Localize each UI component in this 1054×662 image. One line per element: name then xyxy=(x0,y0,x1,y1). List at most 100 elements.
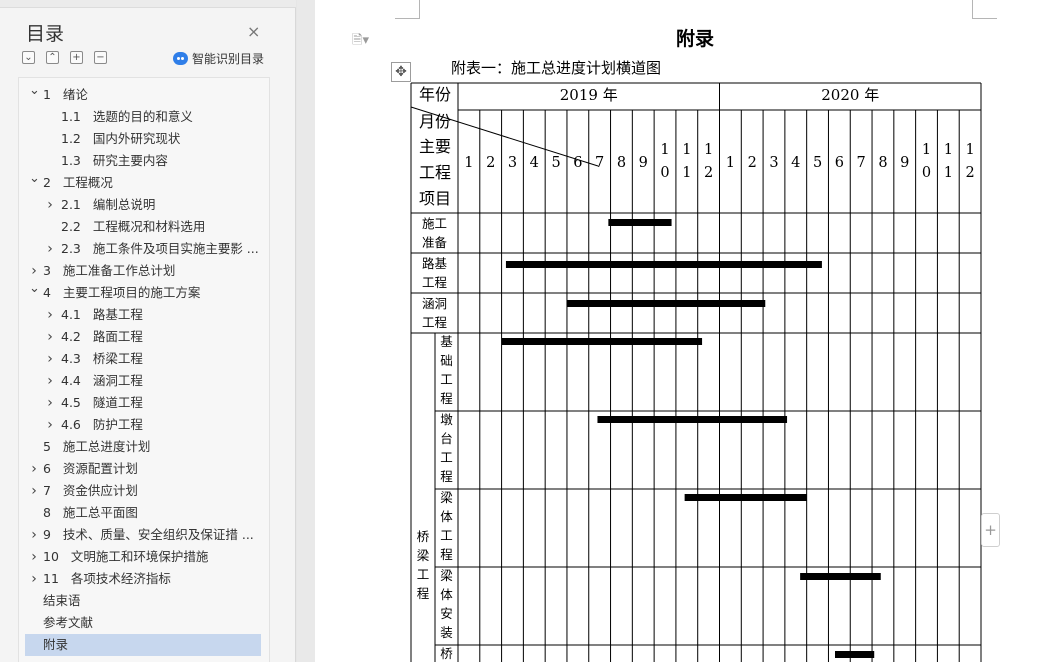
toc-item[interactable]: › 11 各项技术经济指标 xyxy=(19,568,269,590)
toc-item[interactable]: ⌄ 2 工程概况 xyxy=(19,171,269,194)
toc-item-number: 4.3 xyxy=(61,351,81,366)
remove-heading-icon[interactable]: − xyxy=(94,51,107,64)
chevron-right-icon[interactable]: › xyxy=(29,546,39,568)
toc-toolbar: ⌄ ⌃ + − xyxy=(22,51,107,64)
page-corner-mark-right xyxy=(972,0,997,19)
toc-item[interactable]: 5 施工总进度计划 xyxy=(19,436,269,458)
toc-item[interactable]: 1.3 研究主要内容 xyxy=(19,150,269,172)
toc-item-label: 2 工程概况 xyxy=(43,172,259,194)
table-caption: 附表一：施工总进度计划横道图 xyxy=(451,59,662,77)
toc-panel: ⌄ 1 绪论 1.1 选题的目的和意义 1.2 国内外研究现状 1.3 研究主要内容 ⌄ 2… xyxy=(18,77,270,662)
toc-item[interactable]: 附录 xyxy=(25,634,261,656)
toc-item-text: 施工总进度计划 xyxy=(62,439,151,454)
toc-item[interactable]: › 4.6 防护工程 xyxy=(19,414,269,436)
chevron-down-icon[interactable]: ⌄ xyxy=(29,278,40,300)
toc-item-number: 4.2 xyxy=(61,329,81,344)
chevron-right-icon[interactable]: › xyxy=(29,524,39,546)
toc-item[interactable]: › 4.5 隧道工程 xyxy=(19,392,269,414)
toc-item-label: 4.3 桥梁工程 xyxy=(61,348,259,370)
app-window: 目录 × ⌄ ⌃ + − 智能识别目录 ⌄ 1 绪论 1.1 选题的目的和意义 1.2… xyxy=(0,0,1054,662)
chevron-right-icon[interactable]: › xyxy=(29,458,39,480)
toc-item-label: 1 绪论 xyxy=(43,84,259,106)
toc-item[interactable]: ⌄ 1 绪论 xyxy=(19,83,269,106)
toc-item[interactable]: 2.2 工程概况和材料选用 xyxy=(19,216,269,238)
toc-item-number: 1.1 xyxy=(61,109,81,124)
toc-item-text: 绪论 xyxy=(62,87,88,102)
move-table-icon[interactable]: ✥ xyxy=(391,62,411,82)
chevron-right-icon[interactable]: › xyxy=(45,392,55,414)
toc-item-number: 11 xyxy=(43,571,59,586)
close-icon[interactable]: × xyxy=(247,22,260,41)
toc-item-label: 2.2 工程概况和材料选用 xyxy=(61,216,259,238)
chevron-right-icon[interactable]: › xyxy=(45,414,55,436)
toc-item-number: 4.1 xyxy=(61,307,81,322)
chevron-right-icon[interactable]: › xyxy=(45,326,55,348)
toc-item-text: 各项技术经济指标 xyxy=(70,571,171,586)
toc-list: ⌄ 1 绪论 1.1 选题的目的和意义 1.2 国内外研究现状 1.3 研究主要内容 ⌄ 2… xyxy=(19,83,269,656)
toc-item[interactable]: ⌄ 4 主要工程项目的施工方案 xyxy=(19,281,269,304)
toc-item-label: 4.4 涵洞工程 xyxy=(61,370,259,392)
robot-icon xyxy=(173,52,188,65)
toc-item-number: 1.3 xyxy=(61,153,81,168)
toc-item-label: 参考文献 xyxy=(43,612,259,634)
toc-item-label: 6 资源配置计划 xyxy=(43,458,259,480)
toc-item[interactable]: › 4.1 路基工程 xyxy=(19,304,269,326)
smart-recognize-toc-button[interactable]: 智能识别目录 xyxy=(173,50,264,67)
chevron-right-icon[interactable]: › xyxy=(45,194,55,216)
chevron-right-icon[interactable]: › xyxy=(45,370,55,392)
chevron-right-icon[interactable]: › xyxy=(29,480,39,502)
toc-item-number: 4.5 xyxy=(61,395,81,410)
sidebar-top-strip xyxy=(0,0,296,8)
chevron-right-icon[interactable]: › xyxy=(45,304,55,326)
toc-item[interactable]: › 2.1 编制总说明 xyxy=(19,194,269,216)
toc-item-number: 2.1 xyxy=(61,197,81,212)
toc-item-number: 4.4 xyxy=(61,373,81,388)
toc-item[interactable]: › 9 技术、质量、安全组织及保证措 ... xyxy=(19,524,269,546)
toc-item[interactable]: › 7 资金供应计划 xyxy=(19,480,269,502)
toc-item-label: 附录 xyxy=(43,634,259,656)
toc-item[interactable]: › 2.3 施工条件及项目实施主要影 ... xyxy=(19,238,269,260)
toc-item-label: 1.3 研究主要内容 xyxy=(61,150,259,172)
smart-recognize-label: 智能识别目录 xyxy=(192,52,265,66)
toc-item-label: 结束语 xyxy=(43,590,259,612)
toc-item[interactable]: 参考文献 xyxy=(19,612,269,634)
toc-item-number: 9 xyxy=(43,527,51,542)
toc-item-number: 1.2 xyxy=(61,131,81,146)
page-title: 附录 xyxy=(675,28,714,50)
toc-item[interactable]: › 4.3 桥梁工程 xyxy=(19,348,269,370)
toc-item[interactable]: 1.2 国内外研究现状 xyxy=(19,128,269,150)
toc-item[interactable]: 8 施工总平面图 xyxy=(19,502,269,524)
toc-item-text: 技术、质量、安全组织及保证措 ... xyxy=(62,527,254,542)
toc-item-text: 编制总说明 xyxy=(92,197,156,212)
chevron-right-icon[interactable]: › xyxy=(45,348,55,370)
toc-item[interactable]: 结束语 xyxy=(19,590,269,612)
expand-all-icon[interactable]: ⌃ xyxy=(46,51,59,64)
toc-item-label: 2.3 施工条件及项目实施主要影 ... xyxy=(61,238,259,260)
toc-sidebar: 目录 × ⌄ ⌃ + − 智能识别目录 ⌄ 1 绪论 1.1 选题的目的和意义 1.2… xyxy=(0,0,296,662)
toc-item-label: 4.1 路基工程 xyxy=(61,304,259,326)
toc-item-number: 2.3 xyxy=(61,241,81,256)
toc-item-text: 路基工程 xyxy=(92,307,143,322)
collapse-all-icon[interactable]: ⌄ xyxy=(22,51,35,64)
chevron-right-icon[interactable]: › xyxy=(29,568,39,590)
toc-item-label: 7 资金供应计划 xyxy=(43,480,259,502)
page-corner-mark-left xyxy=(395,0,420,19)
toc-item-text: 路面工程 xyxy=(92,329,143,344)
toc-item-label: 4.6 防护工程 xyxy=(61,414,259,436)
chevron-down-icon[interactable]: ⌄ xyxy=(29,168,40,190)
toc-item[interactable]: › 4.2 路面工程 xyxy=(19,326,269,348)
add-heading-icon[interactable]: + xyxy=(70,51,83,64)
chevron-right-icon[interactable]: › xyxy=(45,238,55,260)
toc-item[interactable]: › 4.4 涵洞工程 xyxy=(19,370,269,392)
toc-item[interactable]: 1.1 选题的目的和意义 xyxy=(19,106,269,128)
document-icon[interactable]: 🗎▾ xyxy=(352,31,369,53)
toc-item-label: 4 主要工程项目的施工方案 xyxy=(43,282,259,304)
chevron-down-icon[interactable]: ⌄ xyxy=(29,80,40,102)
toc-item[interactable]: › 3 施工准备工作总计划 xyxy=(19,260,269,282)
toc-item[interactable]: › 10 文明施工和环境保护措施 xyxy=(19,546,269,568)
toc-item-text: 附录 xyxy=(43,637,69,652)
toc-item-text: 涵洞工程 xyxy=(92,373,143,388)
toc-title: 目录 xyxy=(26,23,65,45)
toc-item[interactable]: › 6 资源配置计划 xyxy=(19,458,269,480)
add-column-button[interactable]: + xyxy=(981,513,1000,547)
